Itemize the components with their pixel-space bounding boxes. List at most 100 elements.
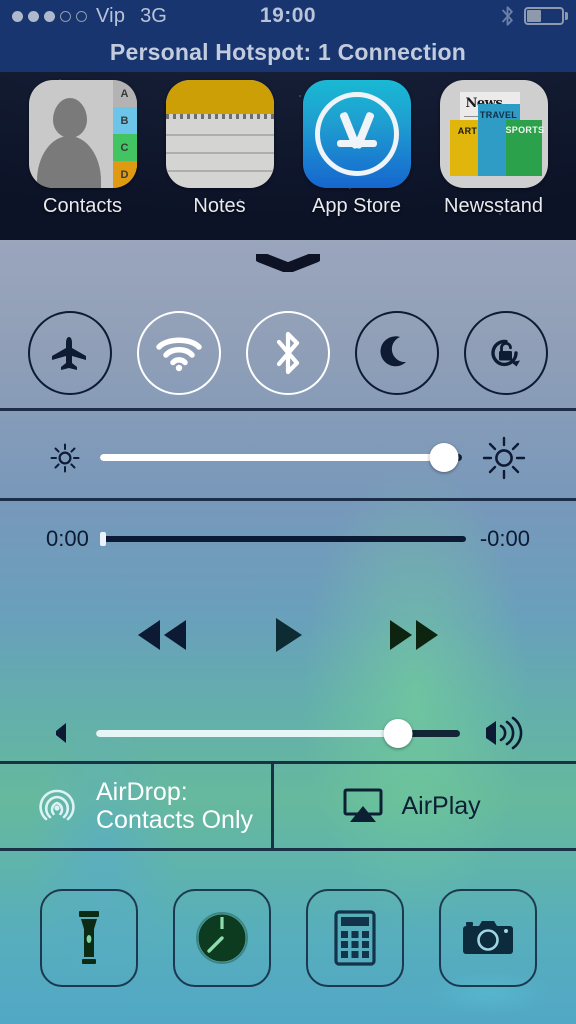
do-not-disturb-toggle[interactable] xyxy=(354,311,439,395)
signal-dot-5 xyxy=(76,10,87,22)
airplane-icon xyxy=(52,337,87,370)
brightness-track-fill xyxy=(100,454,444,461)
airdrop-icon xyxy=(39,789,75,821)
contacts-tab-d: D xyxy=(112,161,137,188)
silhouette-body xyxy=(36,136,101,188)
airdrop-label-line2: Contacts Only xyxy=(96,806,254,834)
volume-slider[interactable] xyxy=(96,718,460,748)
newsstand-icon: News ART TRAVEL SPORTS xyxy=(439,80,548,188)
carrier-label: Vip xyxy=(96,4,126,27)
timer-icon xyxy=(195,911,248,964)
contacts-silhouette xyxy=(35,92,101,188)
contacts-alphabet-tabs: A B C D xyxy=(112,80,137,188)
previous-button[interactable] xyxy=(130,612,194,658)
personal-hotspot-banner[interactable]: Personal Hotspot: 1 Connection xyxy=(0,32,576,72)
hotspot-label: Personal Hotspot: 1 Connection xyxy=(109,38,467,65)
volume-track-fill xyxy=(96,729,399,737)
signal-dot-1 xyxy=(12,10,23,22)
control-center-panel: 0:00 -0:00 AirDrop: Contacts Only AirPla… xyxy=(0,240,576,1024)
divider-brightness-media xyxy=(0,498,576,501)
silhouette-head xyxy=(52,98,87,138)
divider-air-shortcuts xyxy=(0,848,576,851)
app-label-app-store: App Store xyxy=(312,195,401,217)
notes-line-2 xyxy=(165,152,274,154)
brightness-slider[interactable] xyxy=(100,443,462,472)
battery-nub xyxy=(565,12,568,20)
notes-header-bar xyxy=(165,80,274,114)
brightness-row xyxy=(0,415,576,500)
notes-perforation xyxy=(165,114,274,119)
contacts-tab-b: B xyxy=(112,107,137,134)
notes-line-3 xyxy=(165,170,274,172)
toggle-row xyxy=(0,298,576,408)
bluetooth-toggle[interactable] xyxy=(245,311,330,395)
airplay-label: AirPlay xyxy=(401,792,481,820)
battery-fill xyxy=(527,10,541,22)
app-app-store[interactable]: App Store xyxy=(295,80,419,218)
app-label-newsstand: Newsstand xyxy=(444,195,543,217)
timer-button[interactable] xyxy=(172,888,271,987)
media-scrubber-row: 0:00 -0:00 xyxy=(0,518,576,560)
airdrop-label: AirDrop: Contacts Only xyxy=(96,778,253,834)
app-newsstand[interactable]: News ART TRAVEL SPORTS Newsstand xyxy=(432,80,556,218)
app-label-contacts: Contacts xyxy=(43,195,122,217)
brightness-thumb[interactable] xyxy=(429,443,459,472)
scrubber-thumb[interactable] xyxy=(99,532,106,546)
contacts-icon: A B C D xyxy=(28,80,137,188)
app-store-crossbar xyxy=(336,140,377,147)
rotation-lock-toggle[interactable] xyxy=(463,311,548,395)
signal-strength-dots xyxy=(12,10,87,22)
camera-icon xyxy=(462,920,513,954)
network-type-label: 3G xyxy=(140,4,167,27)
signal-dot-4 xyxy=(60,10,71,22)
next-button[interactable] xyxy=(382,612,446,658)
wifi-toggle[interactable] xyxy=(137,311,222,395)
airdrop-button[interactable]: AirDrop: Contacts Only xyxy=(0,764,271,848)
signal-dot-3 xyxy=(44,10,55,22)
magazine-label-sports: SPORTS xyxy=(505,125,545,135)
play-button[interactable] xyxy=(270,612,306,658)
app-notes[interactable]: Notes xyxy=(158,80,282,218)
brightness-high-icon xyxy=(482,436,526,479)
fast-forward-icon xyxy=(390,620,438,650)
home-screen-app-row: A B C D Contacts Notes App Store ART TRA… xyxy=(0,80,576,240)
chevron-grabber-icon[interactable] xyxy=(256,254,320,272)
battery-icon xyxy=(524,7,568,25)
bluetooth-icon xyxy=(502,6,513,26)
app-contacts[interactable]: A B C D Contacts xyxy=(21,80,145,218)
airplay-icon xyxy=(343,788,382,822)
divider-toggles-brightness xyxy=(0,408,576,411)
airdrop-label-line1: AirDrop: xyxy=(96,778,188,806)
airplay-button[interactable]: AirPlay xyxy=(274,764,576,848)
play-icon xyxy=(276,618,302,652)
media-scrubber[interactable] xyxy=(99,526,466,552)
scrubber-track xyxy=(102,536,466,542)
contacts-tab-a: A xyxy=(112,80,137,107)
wifi-icon xyxy=(156,337,202,372)
calculator-button[interactable] xyxy=(305,888,404,987)
flashlight-button[interactable] xyxy=(39,888,138,987)
remaining-time-label: -0:00 xyxy=(479,526,530,551)
app-store-icon xyxy=(302,80,411,188)
bluetooth-icon xyxy=(276,331,300,375)
volume-low-icon xyxy=(56,723,66,743)
status-bar: Vip 3G 19:00 xyxy=(0,0,576,32)
signal-dot-2 xyxy=(28,10,39,22)
moon-icon xyxy=(380,336,406,367)
brightness-low-icon xyxy=(50,443,80,472)
status-bar-right xyxy=(501,5,568,27)
shortcuts-row xyxy=(0,865,576,1010)
calculator-icon xyxy=(333,909,376,966)
rotation-lock-icon xyxy=(490,339,520,367)
volume-thumb[interactable] xyxy=(383,718,413,748)
media-transport-row xyxy=(0,580,576,690)
air-row: AirDrop: Contacts Only AirPlay xyxy=(0,764,576,848)
app-store-ring xyxy=(314,92,399,176)
airplane-mode-toggle[interactable] xyxy=(28,311,113,395)
camera-button[interactable] xyxy=(438,888,537,987)
ios-control-center-screen: Vip 3G 19:00 Personal Hotspot: 1 Connect… xyxy=(0,0,576,1024)
newsstand-magazine-sports: SPORTS xyxy=(505,120,545,176)
notes-line-1 xyxy=(165,134,274,136)
rewind-icon xyxy=(138,620,186,650)
elapsed-time-label: 0:00 xyxy=(46,526,89,551)
